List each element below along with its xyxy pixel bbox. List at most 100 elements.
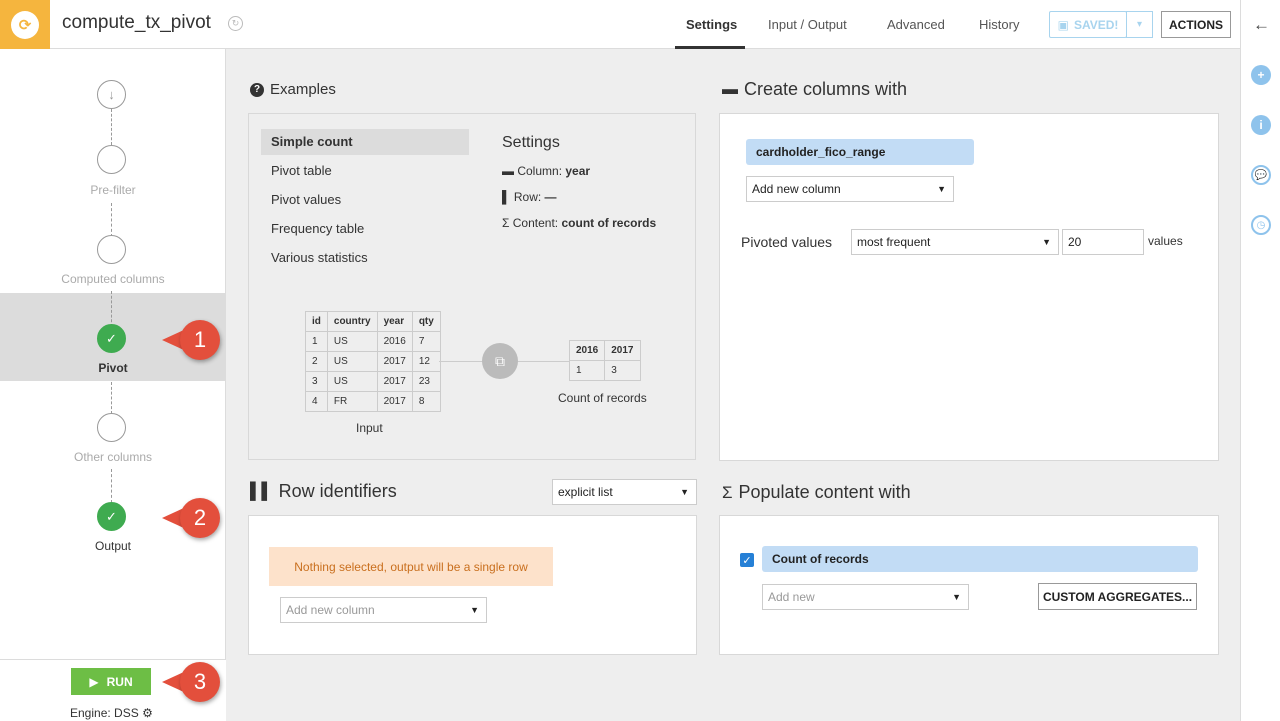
create-columns-heading: ▬ Create columns with xyxy=(722,79,907,100)
pivoted-values-count-input[interactable]: 20 xyxy=(1062,229,1144,255)
info-icon[interactable]: i xyxy=(1251,115,1271,135)
select-placeholder: Add new xyxy=(768,590,815,604)
step-label-output[interactable]: Output xyxy=(0,539,226,553)
table-cell: 2 xyxy=(305,351,328,372)
table-cell: US xyxy=(326,331,378,352)
setting-label: Content: xyxy=(512,216,559,230)
add-pivot-column-select[interactable]: Add new column ▼ xyxy=(746,176,954,202)
gear-icon: ⚙ xyxy=(142,706,153,720)
sigma-icon: Σ xyxy=(502,216,510,230)
pivot-column-pill[interactable]: cardholder_fico_range xyxy=(746,139,974,165)
setting-label: Row: xyxy=(513,190,542,204)
tab-history[interactable]: History xyxy=(979,17,1019,32)
table-cell: 12 xyxy=(411,351,441,372)
chevron-down-icon: ▾ xyxy=(1136,19,1143,30)
step-computed-columns[interactable] xyxy=(97,235,126,264)
active-tab-indicator xyxy=(675,46,745,49)
select-placeholder: Add new column xyxy=(286,603,375,617)
setting-value: count of records xyxy=(561,216,657,230)
columns-icon: ▬ xyxy=(502,164,514,178)
pivoted-values-mode-select[interactable]: most frequent ▼ xyxy=(851,229,1059,255)
create-columns-title: Create columns with xyxy=(744,79,908,99)
table-row: 1 US 2016 7 xyxy=(305,331,441,352)
example-various-statistics[interactable]: Various statistics xyxy=(261,245,469,271)
add-aggregate-select[interactable]: Add new ▼ xyxy=(762,584,969,610)
table-row: 1 3 xyxy=(568,360,641,381)
checkmark-icon: ✓ xyxy=(106,330,117,346)
logo-icon: ⟳ xyxy=(11,10,39,39)
table-cell: 7 xyxy=(411,331,441,352)
rows-icon: ▌ xyxy=(502,190,511,204)
table-cell: 8 xyxy=(411,391,441,412)
table-cell: 1 xyxy=(568,360,606,381)
callout-number: 1 xyxy=(180,320,220,360)
example-settings-title: Settings xyxy=(502,134,560,151)
table-cell: US xyxy=(326,371,378,392)
table-cell: 4 xyxy=(305,391,328,412)
step-connector xyxy=(111,469,112,503)
populate-content-panel: ✓ Count of records Add new ▼ CUSTOM AGGR… xyxy=(719,515,1219,655)
example-pivot-values[interactable]: Pivot values xyxy=(261,187,469,213)
sync-status-icon[interactable]: ↻ xyxy=(228,16,243,31)
output-caption: Count of records xyxy=(558,391,647,405)
save-button[interactable]: ▣ SAVED! xyxy=(1049,11,1127,38)
pivoted-values-label: Pivoted values xyxy=(741,234,833,250)
setting-value: — xyxy=(544,190,557,204)
step-label-computed-columns[interactable]: Computed columns xyxy=(0,272,226,286)
table-cell: FR xyxy=(326,391,378,412)
step-start[interactable]: ↓ xyxy=(97,80,126,109)
step-output[interactable]: ✓ xyxy=(97,502,126,531)
engine-selector[interactable]: Engine: DSS ⚙ xyxy=(70,706,153,720)
table-row: 3 US 2017 23 xyxy=(305,371,441,392)
example-pivot-table[interactable]: Pivot table xyxy=(261,158,469,184)
step-label-other-columns[interactable]: Other columns xyxy=(0,450,226,464)
row-identifiers-mode-select[interactable]: explicit list ▼ xyxy=(552,479,697,505)
step-connector xyxy=(111,109,112,145)
tab-input-output[interactable]: Input / Output xyxy=(768,17,847,32)
examples-panel: Simple count Pivot table Pivot values Fr… xyxy=(248,113,696,460)
run-button[interactable]: ▶ RUN xyxy=(71,668,151,695)
right-rail: ← + i 💬 ◷ xyxy=(1240,0,1280,721)
dataiku-logo[interactable]: ⟳ xyxy=(0,0,50,49)
tab-advanced[interactable]: Advanced xyxy=(887,17,945,32)
select-value: most frequent xyxy=(857,235,931,249)
save-button-label: SAVED! xyxy=(1073,17,1119,32)
table-header: 2016 xyxy=(568,340,606,361)
step-label-prefilter[interactable]: Pre-filter xyxy=(0,183,226,197)
play-icon: ▶ xyxy=(89,674,99,689)
populate-content-title: Populate content with xyxy=(738,482,911,502)
pivot-recipe-icon: ⧉ xyxy=(482,343,518,379)
select-value: explicit list xyxy=(558,485,613,499)
step-pivot[interactable]: ✓ xyxy=(97,324,126,353)
arrow-left-icon[interactable]: ← xyxy=(1253,15,1270,35)
table-cell: 2017 xyxy=(376,351,413,372)
add-row-identifier-select[interactable]: Add new column ▼ xyxy=(280,597,487,623)
aggregate-pill[interactable]: Count of records xyxy=(762,546,1198,572)
custom-aggregates-button[interactable]: CUSTOM AGGREGATES... xyxy=(1038,583,1197,610)
example-simple-count[interactable]: Simple count xyxy=(261,129,469,155)
actions-button[interactable]: ACTIONS xyxy=(1161,11,1231,38)
table-cell: 3 xyxy=(305,371,328,392)
count-of-records-checkbox[interactable]: ✓ xyxy=(740,553,754,567)
save-options-dropdown[interactable]: ▾ xyxy=(1126,11,1153,38)
question-circle-icon: ? xyxy=(250,82,264,97)
table-header: id xyxy=(305,311,328,332)
columns-icon: ▬ xyxy=(722,80,738,98)
step-other-columns[interactable] xyxy=(97,413,126,442)
step-connector xyxy=(111,291,112,327)
tab-settings[interactable]: Settings xyxy=(686,17,737,32)
row-identifiers-title: Row identifiers xyxy=(278,481,397,501)
clock-icon[interactable]: ◷ xyxy=(1251,215,1271,235)
table-cell: 2017 xyxy=(376,391,413,412)
discussion-icon[interactable]: 💬 xyxy=(1251,165,1271,185)
input-example-table: id country year qty 1 US 2016 7 2 US 201… xyxy=(305,311,441,412)
rows-icon: ▌▌ xyxy=(250,482,273,500)
step-prefilter[interactable] xyxy=(97,145,126,174)
step-label-pivot[interactable]: Pivot xyxy=(0,361,226,375)
plus-icon[interactable]: + xyxy=(1251,65,1271,85)
table-cell: 2016 xyxy=(376,331,413,352)
example-frequency-table[interactable]: Frequency table xyxy=(261,216,469,242)
no-selection-warning: Nothing selected, output will be a singl… xyxy=(269,547,553,586)
select-value: Add new column xyxy=(752,182,841,196)
row-identifiers-heading: ▌▌ Row identifiers xyxy=(250,481,397,502)
